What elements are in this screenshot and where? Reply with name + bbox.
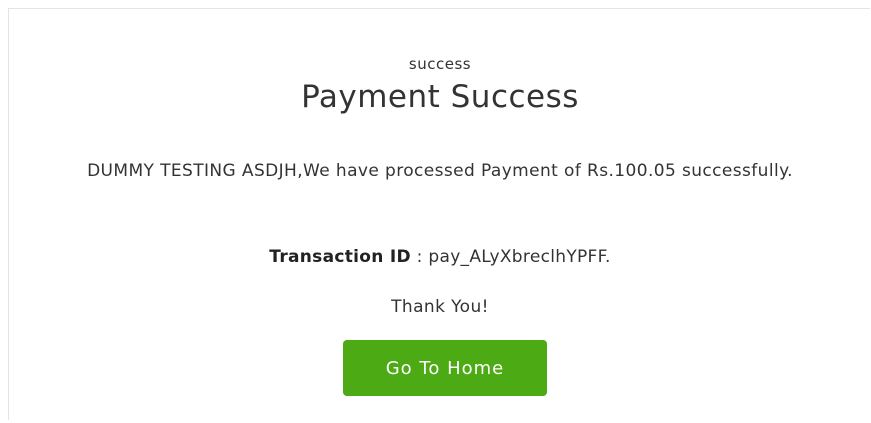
status-label: success — [408, 55, 472, 73]
transaction-line: Transaction ID : pay_ALyXbreclhYPFF. — [9, 247, 871, 267]
payment-result-panel: success Payment Success DUMMY TESTING AS… — [8, 8, 870, 420]
transaction-separator: : — [410, 247, 429, 267]
page-title: Payment Success — [301, 79, 579, 115]
go-to-home-button[interactable]: Go To Home — [343, 340, 547, 396]
payment-message: DUMMY TESTING ASDJH,We have processed Pa… — [87, 161, 793, 181]
thank-you-text: Thank You! — [391, 297, 489, 317]
transaction-id-label: Transaction ID — [269, 247, 411, 267]
transaction-id-value: pay_ALyXbreclhYPFF. — [428, 247, 611, 267]
